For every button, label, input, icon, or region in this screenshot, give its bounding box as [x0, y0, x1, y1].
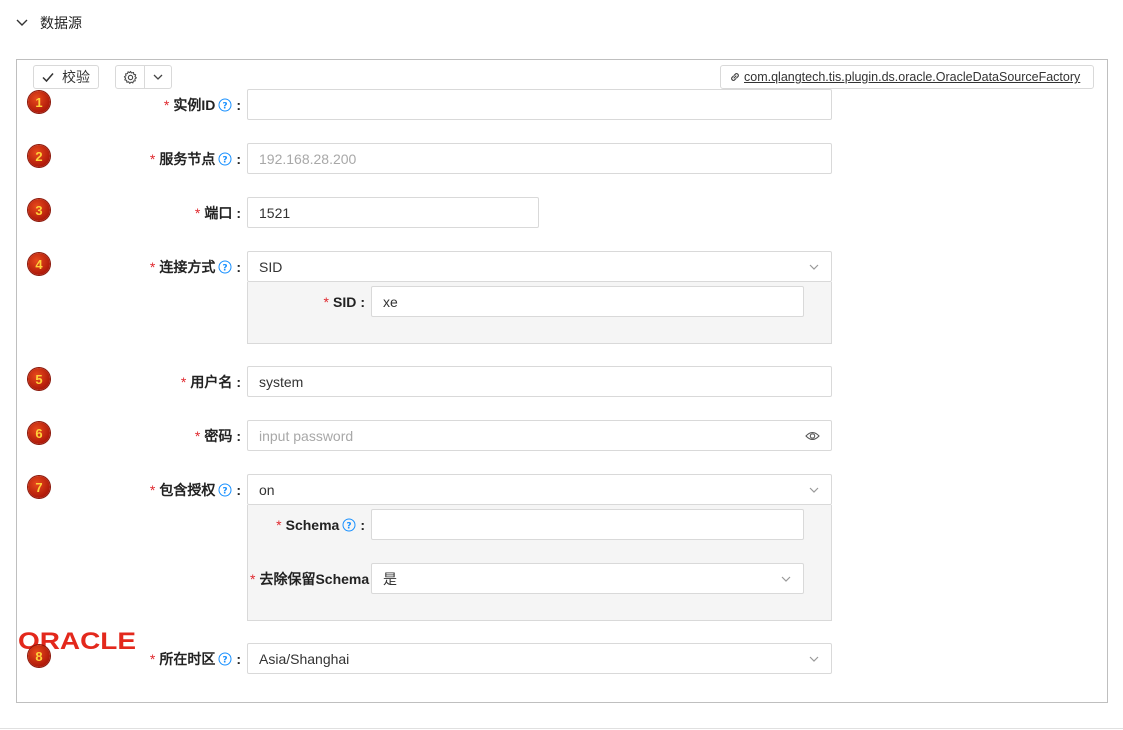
- svg-text:?: ?: [347, 521, 352, 531]
- timezone-label: * 所在时区 ? :: [149, 651, 241, 667]
- schema-label: * Schema ? :: [276, 517, 365, 533]
- password-label: * 密码 :: [194, 428, 241, 444]
- include-grant-label: * 包含授权 ? :: [149, 482, 241, 498]
- step-badge-3: 3: [28, 199, 50, 221]
- svg-text:?: ?: [223, 263, 228, 273]
- include-grant-select[interactable]: on: [247, 474, 832, 505]
- link-icon: [731, 73, 739, 81]
- remove-reserved-schema-label: * 去除保留Schema: [250, 571, 370, 587]
- check-icon: [42, 73, 54, 83]
- validate-button[interactable]: 校验: [33, 65, 99, 89]
- instance-id-label: * 实例ID ? :: [163, 97, 241, 113]
- step-badge-2: 2: [28, 145, 50, 167]
- chevron-down-icon: [153, 74, 163, 80]
- svg-text:?: ?: [223, 155, 228, 165]
- svg-text:?: ?: [223, 655, 228, 665]
- question-circle-icon[interactable]: ?: [218, 483, 232, 497]
- connect-mode-select[interactable]: SID: [247, 251, 832, 282]
- remove-reserved-schema-select[interactable]: 是: [371, 563, 804, 594]
- settings-button[interactable]: [116, 66, 144, 88]
- settings-dropdown-button[interactable]: [144, 66, 171, 88]
- chevron-down-icon: [809, 487, 819, 493]
- timezone-select[interactable]: Asia/Shanghai: [247, 643, 832, 674]
- chevron-down-icon: [809, 264, 819, 270]
- service-node-input[interactable]: 192.168.28.200: [247, 143, 832, 174]
- section-title: 数据源: [40, 15, 82, 31]
- password-visibility-toggle[interactable]: [805, 430, 820, 442]
- step-badge-5: 5: [28, 368, 50, 390]
- port-label: * 端口 :: [194, 205, 241, 221]
- question-circle-icon[interactable]: ?: [218, 260, 232, 274]
- svg-text:?: ?: [223, 101, 228, 111]
- sid-label: * SID :: [323, 294, 365, 310]
- password-input[interactable]: input password: [247, 420, 832, 451]
- connect-mode-label: * 连接方式 ? :: [149, 259, 241, 275]
- chevron-down-icon[interactable]: [14, 14, 30, 30]
- plugin-class-name: com.qlangtech.tis.plugin.ds.oracle.Oracl…: [744, 70, 1081, 84]
- plugin-class-link[interactable]: com.qlangtech.tis.plugin.ds.oracle.Oracl…: [720, 65, 1094, 89]
- question-circle-icon[interactable]: ?: [218, 98, 232, 112]
- question-circle-icon[interactable]: ?: [218, 152, 232, 166]
- svg-text:?: ?: [223, 486, 228, 496]
- username-label: * 用户名 :: [180, 374, 241, 390]
- step-badge-6: 6: [28, 422, 50, 444]
- gear-icon: [123, 70, 137, 84]
- settings-button-group[interactable]: [115, 65, 172, 89]
- validate-button-label: 校验: [62, 69, 90, 85]
- eye-icon: [805, 431, 820, 440]
- chevron-down-icon: [781, 576, 791, 582]
- section-header[interactable]: 数据源: [0, 0, 1123, 46]
- sid-input[interactable]: xe: [371, 286, 804, 317]
- question-circle-icon[interactable]: ?: [218, 652, 232, 666]
- chevron-down-icon: [809, 656, 819, 662]
- step-badge-7: 7: [28, 476, 50, 498]
- schema-input[interactable]: [371, 509, 804, 540]
- step-badge-4: 4: [28, 253, 50, 275]
- username-input[interactable]: system: [247, 366, 832, 397]
- question-circle-icon[interactable]: ?: [342, 518, 356, 532]
- step-badge-1: 1: [28, 91, 50, 113]
- service-node-label: * 服务节点 ? :: [149, 151, 241, 167]
- bottom-divider: [0, 728, 1123, 729]
- step-badge-8: 8: [28, 645, 50, 667]
- instance-id-input[interactable]: [247, 89, 832, 120]
- port-input[interactable]: 1521: [247, 197, 539, 228]
